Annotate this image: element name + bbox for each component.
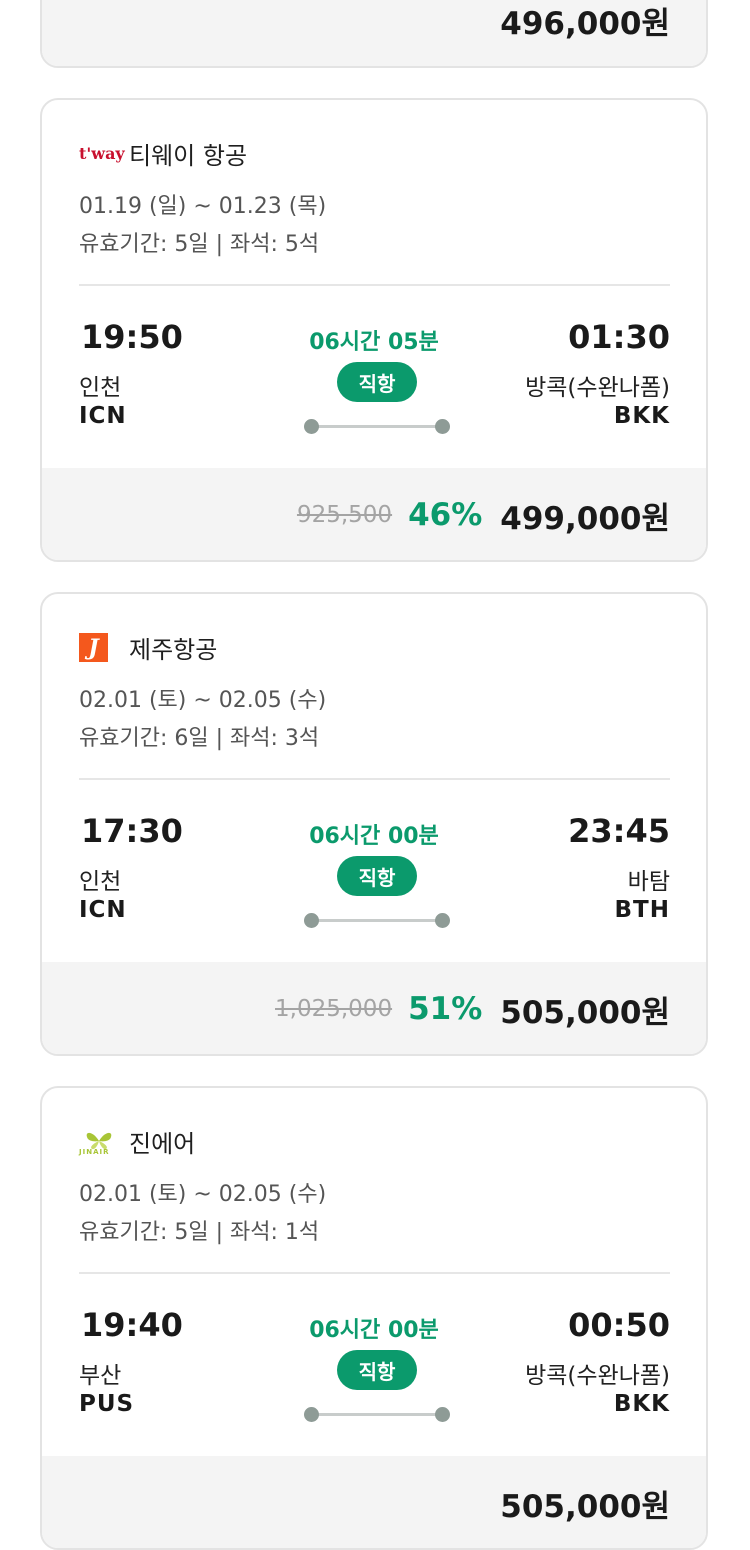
discount-rate: 46% xyxy=(408,497,483,533)
travel-dates: 02.01 (토) ~ 02.05 (수) xyxy=(79,688,327,713)
price-bar: 1,025,000 51% 505,000원 xyxy=(42,962,706,1054)
arrival-time: 00:50 xyxy=(568,1306,670,1344)
price-bar: 496,000원 xyxy=(42,0,706,66)
arrival-city: 방콕(수완나폼) xyxy=(525,375,670,401)
airline-name: 제주항공 xyxy=(129,636,218,664)
original-price: 1,025,000 xyxy=(275,996,393,1022)
route-line-icon xyxy=(304,912,450,930)
flight-card[interactable]: t'way 티웨이 항공 01.19 (일) ~ 01.23 (목) 유효기간:… xyxy=(40,98,708,562)
travel-dates: 02.01 (토) ~ 02.05 (수) xyxy=(79,1182,327,1207)
departure-city: 인천 xyxy=(79,869,122,895)
direct-badge: 직항 xyxy=(337,362,417,402)
direct-badge: 직항 xyxy=(337,856,417,896)
validity-seats: 유효기간: 5일 | 좌석: 1석 xyxy=(79,1220,320,1245)
final-price: 505,000원 xyxy=(500,1488,670,1525)
final-price: 499,000원 xyxy=(500,500,670,537)
airline-info: JINAIR 진에어 xyxy=(79,1124,195,1159)
flight-card-partial[interactable]: 496,000원 xyxy=(40,0,708,68)
jejuair-logo-icon: J xyxy=(79,633,119,662)
arrival-code: BTH xyxy=(614,897,670,923)
route-line-icon xyxy=(304,1406,450,1424)
airline-info: J 제주항공 xyxy=(79,630,217,665)
flight-card[interactable]: JINAIR 진에어 02.01 (토) ~ 02.05 (수) 유효기간: 5… xyxy=(40,1086,708,1550)
departure-city: 인천 xyxy=(79,375,122,401)
discount-rate: 51% xyxy=(408,991,483,1027)
airline-info: t'way 티웨이 항공 xyxy=(79,136,247,171)
validity-seats: 유효기간: 6일 | 좌석: 3석 xyxy=(79,726,320,751)
departure-code: PUS xyxy=(79,1391,135,1417)
travel-dates: 01.19 (일) ~ 01.23 (목) xyxy=(79,194,327,219)
final-price: 505,000원 xyxy=(500,994,670,1031)
arrival-city: 바탐 xyxy=(627,869,670,895)
divider xyxy=(79,284,670,286)
route-line-icon xyxy=(304,418,450,436)
divider xyxy=(79,778,670,780)
price-bar: 925,500 46% 499,000원 xyxy=(42,468,706,560)
departure-code: ICN xyxy=(79,897,127,923)
arrival-code: BKK xyxy=(613,1391,670,1417)
arrival-time: 01:30 xyxy=(568,318,670,356)
tway-logo-icon: t'way xyxy=(79,144,125,163)
direct-badge: 직항 xyxy=(337,1350,417,1390)
validity-seats: 유효기간: 5일 | 좌석: 5석 xyxy=(79,232,320,257)
arrival-city: 방콕(수완나폼) xyxy=(525,1363,670,1389)
arrival-code: BKK xyxy=(613,403,670,429)
departure-code: ICN xyxy=(79,403,127,429)
arrival-time: 23:45 xyxy=(568,812,670,850)
airline-name: 진에어 xyxy=(129,1130,196,1158)
original-price: 925,500 xyxy=(296,502,393,528)
departure-city: 부산 xyxy=(79,1363,122,1389)
final-price: 496,000원 xyxy=(500,5,670,42)
flight-card[interactable]: J 제주항공 02.01 (토) ~ 02.05 (수) 유효기간: 6일 | … xyxy=(40,592,708,1056)
divider xyxy=(79,1272,670,1274)
airline-name: 티웨이 항공 xyxy=(129,142,248,170)
price-bar: 505,000원 xyxy=(42,1456,706,1548)
